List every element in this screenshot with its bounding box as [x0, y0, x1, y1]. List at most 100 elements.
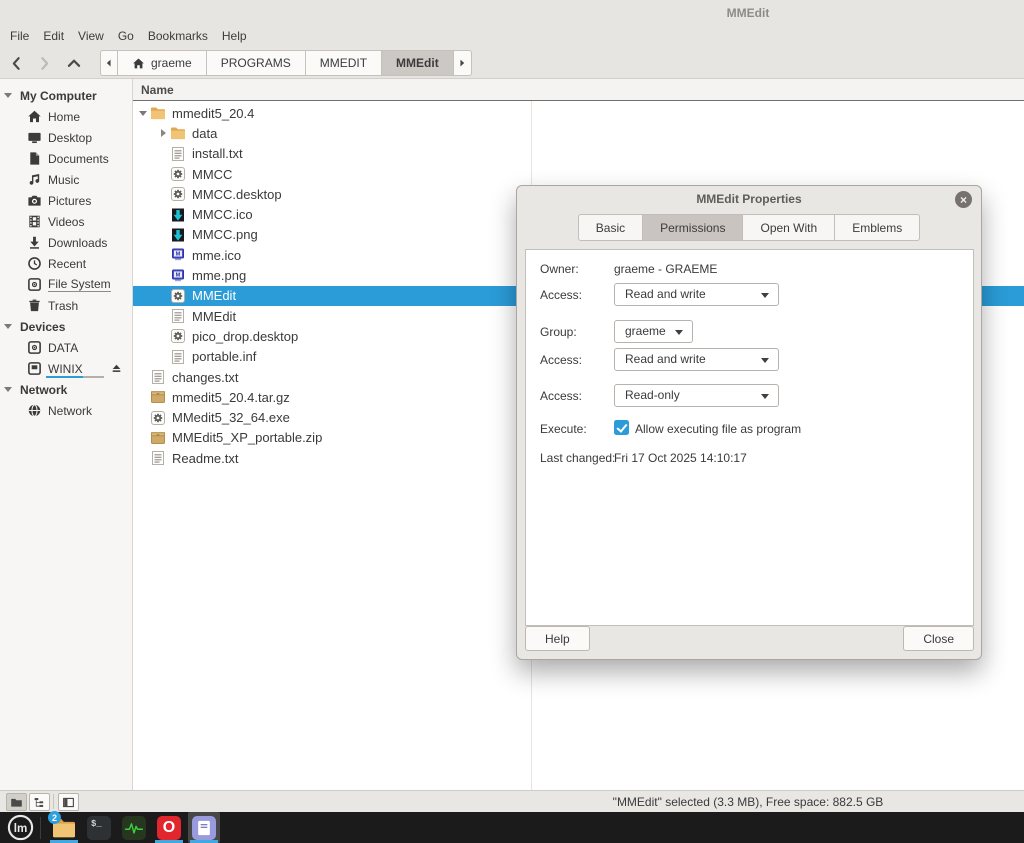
path-scroll-right-button[interactable]: [454, 51, 471, 75]
sidebar-item-data[interactable]: DATA: [0, 337, 132, 358]
trash-icon: [27, 298, 42, 313]
back-button[interactable]: [4, 51, 28, 75]
statusbar-separator: [53, 794, 54, 809]
sidebar-item-downloads[interactable]: Downloads: [0, 232, 132, 253]
folder-icon: [170, 125, 186, 141]
menu-go[interactable]: Go: [111, 26, 141, 46]
globe-icon: [27, 403, 42, 418]
group-access-dropdown[interactable]: Read and write: [614, 348, 779, 371]
terminal-icon: $_: [87, 816, 111, 840]
tab-basic[interactable]: Basic: [578, 214, 643, 241]
image-blue-icon: M: [170, 268, 186, 284]
sidebar-item-winix[interactable]: WINIX: [0, 358, 132, 379]
text-icon: [170, 146, 186, 162]
taskbar-item-opera[interactable]: O: [153, 812, 185, 843]
titlebar: MMEdit: [0, 0, 1024, 25]
sidebar-section-network[interactable]: Network: [0, 379, 132, 400]
sidebar-item-desktop[interactable]: Desktop: [0, 127, 132, 148]
sidebar-item-label: WINIX: [48, 362, 83, 376]
menu-help[interactable]: Help: [215, 26, 254, 46]
sidebar-item-network[interactable]: Network: [0, 400, 132, 421]
eject-icon[interactable]: [110, 362, 123, 375]
permissions-panel: Owner: graeme - GRAEME Access: Read and …: [525, 249, 974, 626]
list-item[interactable]: install.txt: [133, 144, 1024, 164]
sidebar-section-devices[interactable]: Devices: [0, 316, 132, 337]
disk-icon: [27, 277, 42, 292]
list-item[interactable]: MMCC: [133, 164, 1024, 184]
tab-emblems[interactable]: Emblems: [835, 214, 920, 241]
close-icon[interactable]: ×: [955, 191, 972, 208]
archive-icon: [150, 389, 166, 405]
drive-icon: [27, 361, 42, 376]
forward-button[interactable]: [32, 51, 56, 75]
menu-view[interactable]: View: [71, 26, 111, 46]
file-name: pico_drop.desktop: [192, 329, 298, 344]
camera-icon: [27, 193, 42, 208]
others-access-dropdown[interactable]: Read-only: [614, 384, 779, 407]
text-icon: [150, 450, 166, 466]
list-item[interactable]: mmedit5_20.4: [133, 103, 1024, 123]
group-dropdown[interactable]: graeme: [614, 320, 693, 343]
file-name: MMEdit5_XP_portable.zip: [172, 430, 322, 445]
svg-text:lm: lm: [13, 822, 27, 835]
menu-edit[interactable]: Edit: [36, 26, 71, 46]
breadcrumb-programs[interactable]: PROGRAMS: [207, 51, 306, 75]
help-button[interactable]: Help: [525, 626, 590, 651]
breadcrumb-mmedit[interactable]: MMEdit: [382, 51, 454, 75]
svg-text:M: M: [176, 272, 181, 278]
execute-checkbox[interactable]: [614, 420, 629, 435]
owner-access-dropdown[interactable]: Read and write: [614, 283, 779, 306]
breadcrumb-mmedit[interactable]: MMEDIT: [306, 51, 382, 75]
desktop-icon: [27, 130, 42, 145]
chevron-right-icon: [36, 55, 53, 72]
taskbar-item-terminal[interactable]: $_: [83, 812, 115, 843]
image-blue-icon: M: [170, 247, 186, 263]
sidebar-item-label: Pictures: [48, 194, 91, 208]
menu-bookmarks[interactable]: Bookmarks: [141, 26, 215, 46]
side-pane-places-button[interactable]: [6, 793, 27, 811]
close-button[interactable]: Close: [903, 626, 974, 651]
sidebar-item-label: DATA: [48, 341, 78, 355]
tab-permissions[interactable]: Permissions: [643, 214, 743, 241]
sidebar-item-recent[interactable]: Recent: [0, 253, 132, 274]
breadcrumb-graeme[interactable]: graeme: [118, 51, 207, 75]
menu-file[interactable]: File: [3, 26, 36, 46]
file-name: Readme.txt: [172, 451, 238, 466]
others-access-label: Access:: [540, 389, 582, 403]
triangle-right-icon: [161, 129, 166, 137]
up-button[interactable]: [62, 51, 86, 75]
tab-open-with[interactable]: Open With: [743, 214, 835, 241]
status-text: "MMEdit" selected (3.3 MB), Free space: …: [613, 795, 884, 809]
sidebar-item-home[interactable]: Home: [0, 106, 132, 127]
list-item[interactable]: data: [133, 123, 1024, 143]
section-label: Devices: [20, 320, 65, 334]
file-name: MMCC: [192, 167, 232, 182]
expander-open-icon[interactable]: [136, 111, 150, 116]
disk-icon: [27, 340, 42, 355]
expander-closed-icon[interactable]: [156, 129, 170, 137]
sidebar-item-file-system[interactable]: File System: [0, 274, 132, 295]
taskbar-item-files[interactable]: 2: [48, 812, 80, 843]
image-dark-icon: [170, 227, 186, 243]
path-scroll-left-button[interactable]: [101, 51, 118, 75]
home-icon: [27, 109, 42, 124]
column-header-name[interactable]: Name: [133, 79, 1024, 101]
clock-icon: [27, 256, 42, 271]
side-pane-icon: [62, 796, 75, 809]
sidebar-item-videos[interactable]: Videos: [0, 211, 132, 232]
toggle-side-pane-button[interactable]: [58, 793, 79, 811]
exec-icon: [170, 328, 186, 344]
menubar: FileEditViewGoBookmarksHelp: [0, 25, 1024, 47]
music-icon: [27, 172, 42, 187]
taskbar-item-text-editor[interactable]: [188, 812, 220, 843]
taskbar-item-system-monitor[interactable]: [118, 812, 150, 843]
menu-button[interactable]: lm: [0, 812, 40, 843]
text-icon: [150, 369, 166, 385]
sidebar-item-music[interactable]: Music: [0, 169, 132, 190]
breadcrumb-label: MMEdit: [396, 56, 439, 70]
side-pane-tree-button[interactable]: [29, 793, 50, 811]
sidebar-item-trash[interactable]: Trash: [0, 295, 132, 316]
sidebar-item-documents[interactable]: Documents: [0, 148, 132, 169]
sidebar-item-pictures[interactable]: Pictures: [0, 190, 132, 211]
sidebar-section-my-computer[interactable]: My Computer: [0, 85, 132, 106]
